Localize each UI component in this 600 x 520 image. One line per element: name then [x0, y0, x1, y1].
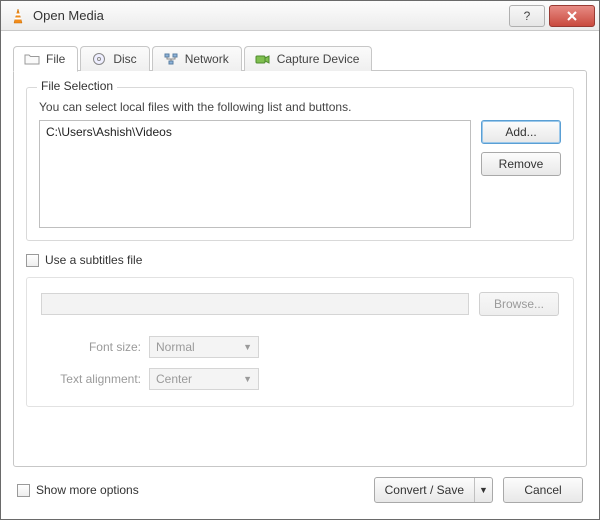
- use-subtitles-checkbox[interactable]: [26, 254, 39, 267]
- tab-panel-file: File Selection You can select local file…: [13, 70, 587, 467]
- tab-network[interactable]: Network: [152, 46, 242, 71]
- tab-label: Capture Device: [277, 52, 360, 66]
- tab-capture-device[interactable]: Capture Device: [244, 46, 373, 71]
- tab-label: Disc: [113, 52, 136, 66]
- subtitles-group: Browse... Font size: Normal ▼ Text align…: [26, 277, 574, 407]
- file-selection-group: File Selection You can select local file…: [26, 87, 574, 241]
- font-size-select: Normal ▼: [149, 336, 259, 358]
- group-legend: File Selection: [37, 79, 117, 93]
- vlc-icon: [9, 7, 27, 25]
- convert-save-dropdown[interactable]: ▼: [474, 478, 492, 502]
- add-file-button[interactable]: Add...: [481, 120, 561, 144]
- tab-label: Network: [185, 52, 229, 66]
- tab-disc[interactable]: Disc: [80, 46, 149, 71]
- network-icon: [163, 52, 179, 66]
- tab-file[interactable]: File: [13, 46, 78, 72]
- chevron-down-icon: ▼: [243, 374, 252, 384]
- help-button[interactable]: ?: [509, 5, 545, 27]
- subtitles-path-input: [41, 293, 469, 315]
- text-alignment-value: Center: [156, 372, 192, 386]
- titlebar: Open Media ?: [1, 1, 599, 31]
- close-button[interactable]: [549, 5, 595, 27]
- convert-save-main[interactable]: Convert / Save: [375, 478, 474, 502]
- chevron-down-icon: ▼: [243, 342, 252, 352]
- tab-label: File: [46, 52, 65, 66]
- cancel-button[interactable]: Cancel: [503, 477, 583, 503]
- file-selection-hint: You can select local files with the foll…: [39, 100, 561, 114]
- open-media-dialog: Open Media ? File Disc: [0, 0, 600, 520]
- use-subtitles-label: Use a subtitles file: [45, 253, 142, 267]
- dialog-footer: Show more options Convert / Save ▼ Cance…: [13, 467, 587, 509]
- font-size-label: Font size:: [41, 340, 141, 354]
- file-list-item[interactable]: C:\Users\Ashish\Videos: [46, 125, 464, 139]
- convert-save-button[interactable]: Convert / Save ▼: [374, 477, 493, 503]
- remove-file-button[interactable]: Remove: [481, 152, 561, 176]
- text-alignment-label: Text alignment:: [41, 372, 141, 386]
- window-title: Open Media: [33, 8, 505, 23]
- use-subtitles-row: Use a subtitles file: [26, 253, 574, 267]
- dialog-content: File Disc Network Capture Device: [1, 31, 599, 519]
- file-list[interactable]: C:\Users\Ashish\Videos: [39, 120, 471, 228]
- show-more-options-checkbox[interactable]: [17, 484, 30, 497]
- font-size-value: Normal: [156, 340, 195, 354]
- capture-icon: [255, 52, 271, 66]
- browse-subtitles-button: Browse...: [479, 292, 559, 316]
- disc-icon: [91, 52, 107, 66]
- text-alignment-select: Center ▼: [149, 368, 259, 390]
- show-more-options-label: Show more options: [36, 483, 139, 497]
- source-tabs: File Disc Network Capture Device: [13, 41, 587, 71]
- file-icon: [24, 52, 40, 66]
